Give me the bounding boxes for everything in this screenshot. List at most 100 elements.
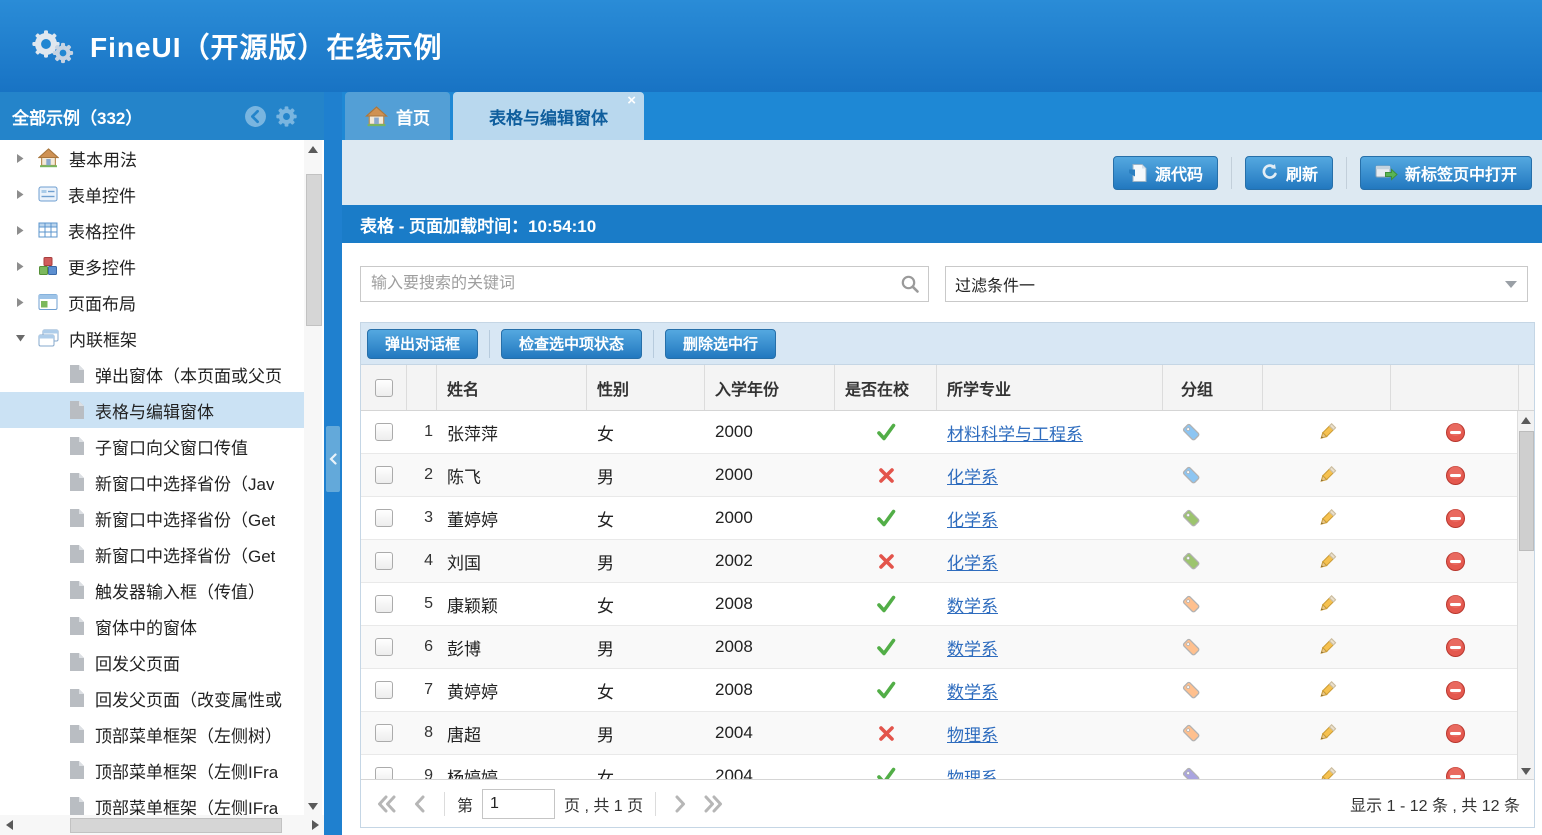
tree-item[interactable]: 基本用法 xyxy=(0,140,304,176)
splitter-collapse-handle[interactable] xyxy=(326,426,340,492)
tag-icon[interactable] xyxy=(1163,712,1263,754)
grid-action-button[interactable]: 删除选中行 xyxy=(665,329,776,359)
scroll-right-icon[interactable] xyxy=(306,815,324,835)
prev-page-button[interactable] xyxy=(408,792,432,816)
edit-pencil-icon[interactable] xyxy=(1263,540,1391,582)
tree-item[interactable]: 顶部菜单框架（左侧树） xyxy=(0,716,304,752)
delete-icon[interactable] xyxy=(1391,626,1519,668)
delete-icon[interactable] xyxy=(1391,540,1519,582)
table-vertical-scrollbar[interactable] xyxy=(1517,411,1534,780)
tab[interactable]: 首页 xyxy=(345,92,450,140)
tree-item[interactable]: 弹出窗体（本页面或父页 xyxy=(0,356,304,392)
row-checkbox[interactable] xyxy=(375,724,393,742)
major-link[interactable]: 物理系 xyxy=(947,764,998,781)
grid-action-button[interactable]: 弹出对话框 xyxy=(367,329,478,359)
tree-item[interactable]: 顶部菜单框架（左侧IFra xyxy=(0,752,304,788)
scroll-up-icon[interactable] xyxy=(1518,411,1534,429)
row-checkbox[interactable] xyxy=(375,595,393,613)
select-all-checkbox[interactable] xyxy=(375,379,393,397)
tree-expand-arrow-icon[interactable] xyxy=(14,189,26,200)
sidebar-vertical-scrollbar[interactable] xyxy=(304,140,322,815)
refresh-button[interactable]: 刷新 xyxy=(1245,156,1333,190)
delete-icon[interactable] xyxy=(1391,712,1519,754)
tree-item[interactable]: 新窗口中选择省份（Jav xyxy=(0,464,304,500)
tag-icon[interactable] xyxy=(1163,411,1263,453)
tree-item[interactable]: 子窗口向父窗口传值 xyxy=(0,428,304,464)
tag-icon[interactable] xyxy=(1163,540,1263,582)
tree-item[interactable]: 新窗口中选择省份（Get xyxy=(0,500,304,536)
tag-icon[interactable] xyxy=(1163,583,1263,625)
tab[interactable]: 表格与编辑窗体× xyxy=(453,92,644,140)
major-link[interactable]: 数学系 xyxy=(947,635,998,660)
major-link[interactable]: 化学系 xyxy=(947,506,998,531)
last-page-button[interactable] xyxy=(701,792,725,816)
tree-item[interactable]: 顶部菜单框架（左侧IFra xyxy=(0,788,304,815)
tree-item[interactable]: 回发父页面 xyxy=(0,644,304,680)
row-select-cell[interactable] xyxy=(361,583,407,625)
edit-pencil-icon[interactable] xyxy=(1263,712,1391,754)
select-all-header-cell[interactable] xyxy=(361,365,407,410)
row-checkbox[interactable] xyxy=(375,552,393,570)
table-vscroll-thumb[interactable] xyxy=(1519,431,1534,551)
delete-icon[interactable] xyxy=(1391,411,1519,453)
row-select-cell[interactable] xyxy=(361,712,407,754)
major-link[interactable]: 物理系 xyxy=(947,721,998,746)
tree-expand-arrow-icon[interactable] xyxy=(14,153,26,164)
tree-item[interactable]: 触发器输入框（传值） xyxy=(0,572,304,608)
scroll-up-icon[interactable] xyxy=(304,140,322,158)
row-select-cell[interactable] xyxy=(361,540,407,582)
row-checkbox[interactable] xyxy=(375,423,393,441)
delete-icon[interactable] xyxy=(1391,669,1519,711)
close-tab-icon[interactable]: × xyxy=(627,94,636,108)
tree-expand-arrow-icon[interactable] xyxy=(14,261,26,272)
edit-pencil-icon[interactable] xyxy=(1263,626,1391,668)
sidebar-hscroll-thumb[interactable] xyxy=(70,818,282,833)
delete-icon[interactable] xyxy=(1391,497,1519,539)
sidebar-collapse-icon[interactable] xyxy=(244,105,267,128)
tree-item[interactable]: 回发父页面（改变属性或 xyxy=(0,680,304,716)
tree-item[interactable]: 新窗口中选择省份（Get xyxy=(0,536,304,572)
page-number-input[interactable] xyxy=(482,789,555,819)
tree-expand-arrow-icon[interactable] xyxy=(14,225,26,236)
row-select-cell[interactable] xyxy=(361,497,407,539)
open-new-tab-button[interactable]: 新标签页中打开 xyxy=(1360,156,1532,190)
major-link[interactable]: 材料科学与工程系 xyxy=(947,420,1083,445)
row-select-cell[interactable] xyxy=(361,454,407,496)
tag-icon[interactable] xyxy=(1163,497,1263,539)
edit-pencil-icon[interactable] xyxy=(1263,669,1391,711)
edit-pencil-icon[interactable] xyxy=(1263,583,1391,625)
edit-pencil-icon[interactable] xyxy=(1263,497,1391,539)
search-icon[interactable] xyxy=(900,274,920,299)
first-page-button[interactable] xyxy=(375,792,399,816)
major-link[interactable]: 化学系 xyxy=(947,463,998,488)
source-code-button[interactable]: 源代码 xyxy=(1113,156,1218,190)
major-link[interactable]: 数学系 xyxy=(947,592,998,617)
tree-item[interactable]: 表单控件 xyxy=(0,176,304,212)
scroll-down-icon[interactable] xyxy=(304,797,322,815)
tree-item[interactable]: 页面布局 xyxy=(0,284,304,320)
edit-pencil-icon[interactable] xyxy=(1263,411,1391,453)
tree-item[interactable]: 内联框架 xyxy=(0,320,304,356)
row-select-cell[interactable] xyxy=(361,411,407,453)
sidebar-settings-gear-icon[interactable] xyxy=(275,105,298,128)
tag-icon[interactable] xyxy=(1163,755,1263,780)
edit-pencil-icon[interactable] xyxy=(1263,454,1391,496)
row-select-cell[interactable] xyxy=(361,755,407,780)
scroll-down-icon[interactable] xyxy=(1518,762,1534,780)
row-select-cell[interactable] xyxy=(361,626,407,668)
scroll-left-icon[interactable] xyxy=(0,815,18,835)
row-checkbox[interactable] xyxy=(375,681,393,699)
tag-icon[interactable] xyxy=(1163,669,1263,711)
row-checkbox[interactable] xyxy=(375,466,393,484)
row-checkbox[interactable] xyxy=(375,638,393,656)
grid-action-button[interactable]: 检查选中项状态 xyxy=(501,329,642,359)
row-select-cell[interactable] xyxy=(361,669,407,711)
tree-item[interactable]: 表格控件 xyxy=(0,212,304,248)
row-checkbox[interactable] xyxy=(375,509,393,527)
next-page-button[interactable] xyxy=(668,792,692,816)
tree-expand-arrow-icon[interactable] xyxy=(14,297,26,308)
tree-collapse-arrow-icon[interactable] xyxy=(14,333,26,343)
delete-icon[interactable] xyxy=(1391,583,1519,625)
tag-icon[interactable] xyxy=(1163,454,1263,496)
tree-item[interactable]: 更多控件 xyxy=(0,248,304,284)
